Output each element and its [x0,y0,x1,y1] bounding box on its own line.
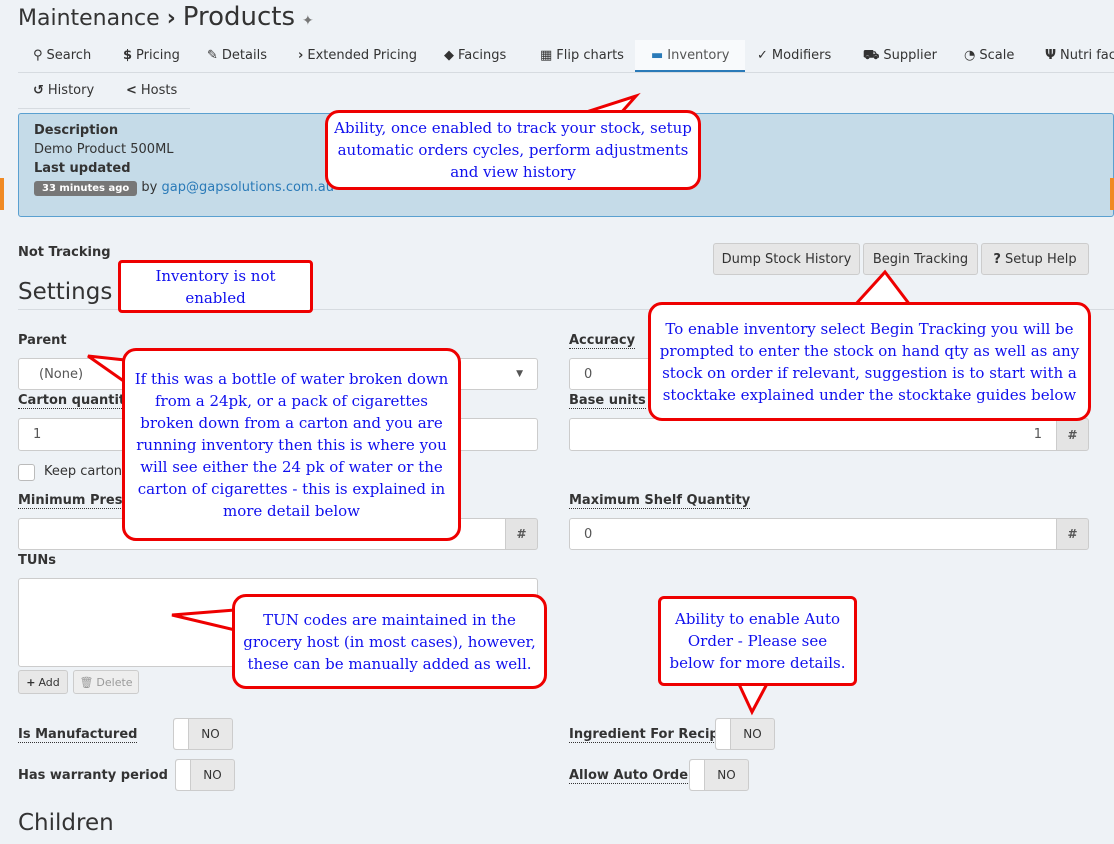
callout-tail [171,608,237,632]
callout-tuns: TUN codes are maintained in the grocery … [232,594,547,689]
callout-parent: If this was a bottle of water broken dow… [122,348,461,541]
callout-inventory-ability: Ability, once enabled to track your stoc… [325,110,701,190]
callout-begin-tracking: To enable inventory select Begin Trackin… [648,302,1091,421]
callout-tail [87,354,127,385]
callout-auto-order: Ability to enable Auto Order - Please se… [658,596,857,686]
callout-tail [851,269,914,307]
callout-tail [735,680,771,716]
callout-not-enabled: Inventory is not enabled [118,260,313,313]
